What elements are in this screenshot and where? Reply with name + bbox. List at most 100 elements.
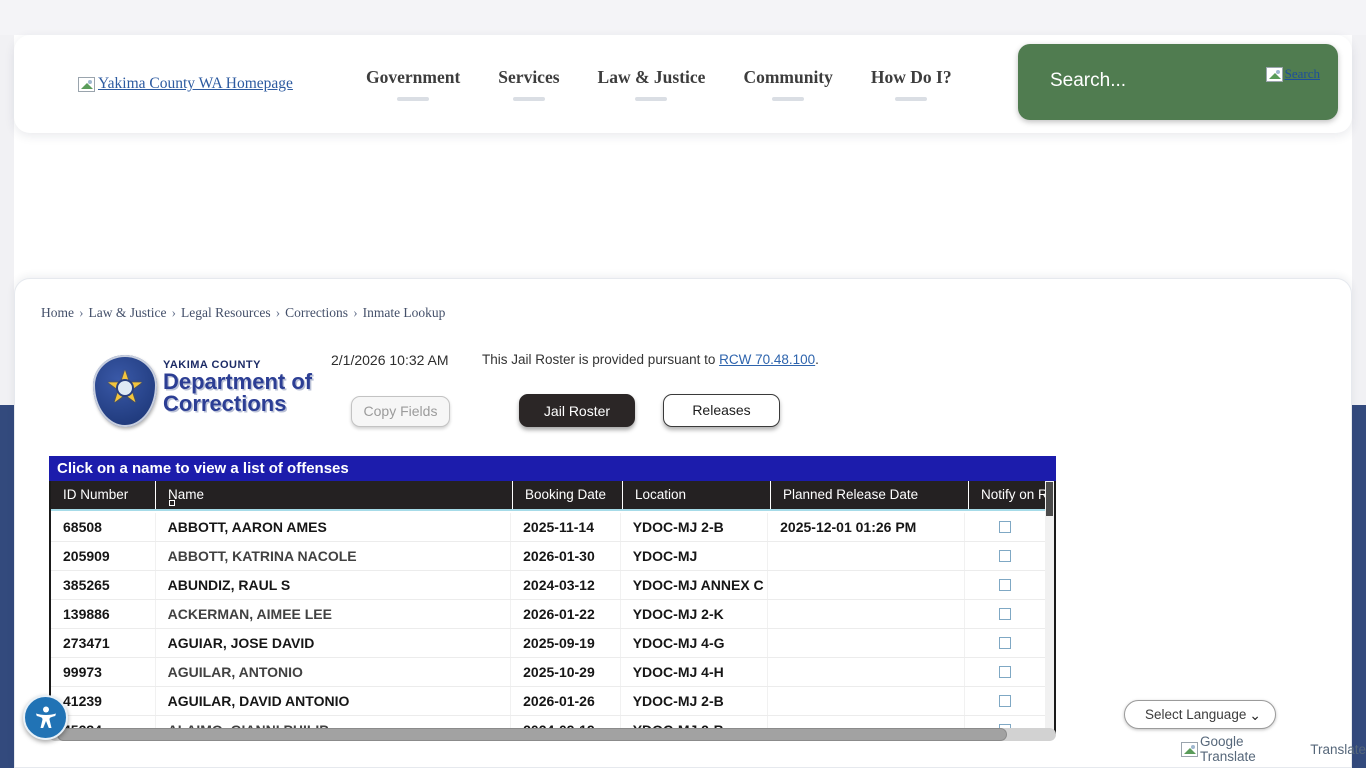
table-header-row: ID NumberNameBooking DateLocationPlanned… xyxy=(51,481,1054,511)
breadcrumb-item-law-justice[interactable]: Law & Justice xyxy=(89,305,167,320)
search-submit-label: Search xyxy=(1285,66,1320,82)
google-translate-alt: Google Translate xyxy=(1200,734,1302,764)
badge-center-icon xyxy=(116,379,134,397)
column-header-notify-on-release[interactable]: Notify on Release xyxy=(969,481,1049,509)
table-row: 139886ACKERMAN, AIMEE LEE2026-01-22YDOC-… xyxy=(51,600,1045,629)
breadcrumb-item-home[interactable]: Home xyxy=(41,305,74,320)
cell-notify xyxy=(965,629,1045,657)
cell-id: 99973 xyxy=(51,658,156,686)
table-horizontal-scrollbar[interactable] xyxy=(49,728,1056,741)
cell-release xyxy=(768,629,965,657)
breadcrumb: Home›Law & Justice›Legal Resources›Corre… xyxy=(41,305,445,321)
nav-item-community[interactable]: Community xyxy=(743,67,832,101)
cell-release xyxy=(768,542,965,570)
breadcrumb-item-corrections[interactable]: Corrections xyxy=(285,305,348,320)
vertical-scroll-thumb[interactable] xyxy=(1046,482,1053,516)
homepage-logo-link[interactable]: Yakima County WA Homepage xyxy=(78,75,293,93)
cell-id: 273471 xyxy=(51,629,156,657)
nav-underline xyxy=(772,97,804,101)
sheriff-badge-icon: ★ xyxy=(93,355,157,427)
search-input[interactable]: Search... xyxy=(1050,70,1126,92)
language-select[interactable]: Select Language ⌄ xyxy=(1124,700,1276,729)
breadcrumb-item-inmate-lookup: Inmate Lookup xyxy=(363,305,446,320)
site-search[interactable]: Search... Search xyxy=(1018,44,1338,120)
pursuant-prefix: This Jail Roster is provided pursuant to xyxy=(482,352,719,367)
notify-checkbox[interactable] xyxy=(999,579,1011,591)
notify-checkbox[interactable] xyxy=(999,550,1011,562)
cell-location: YDOC-MJ ANNEX C xyxy=(621,571,768,599)
cell-booking: 2026-01-22 xyxy=(511,600,621,628)
background-left-strip xyxy=(0,35,14,405)
column-header-name[interactable]: Name xyxy=(156,481,513,509)
badge-dept-line2: Corrections xyxy=(163,393,312,415)
inmate-name-link[interactable]: AGUILAR, ANTONIO xyxy=(156,658,512,686)
translate-link[interactable]: Translate xyxy=(1310,742,1366,757)
cell-location: YDOC-MJ 2-K xyxy=(621,600,768,628)
notify-checkbox[interactable] xyxy=(999,666,1011,678)
rcw-link[interactable]: RCW 70.48.100 xyxy=(719,352,815,367)
cell-release xyxy=(768,658,965,686)
main-nav: Government Services Law & Justice Community… xyxy=(366,67,952,101)
table-rows: 68508ABBOTT, AARON AMES2025-11-14YDOC-MJ… xyxy=(51,513,1045,734)
notify-checkbox[interactable] xyxy=(999,521,1011,533)
cell-notify xyxy=(965,542,1045,570)
inmate-name-link[interactable]: AGUIAR, JOSE DAVID xyxy=(156,629,512,657)
cell-booking: 2025-09-19 xyxy=(511,629,621,657)
cell-notify xyxy=(965,571,1045,599)
cell-notify xyxy=(965,600,1045,628)
cell-id: 139886 xyxy=(51,600,156,628)
table-row: 41239AGUILAR, DAVID ANTONIO2026-01-26YDO… xyxy=(51,687,1045,716)
nav-underline xyxy=(397,97,429,101)
site-header: Yakima County WA Homepage Government Serv… xyxy=(14,35,1352,133)
inmate-name-link[interactable]: ABUNDIZ, RAUL S xyxy=(156,571,512,599)
notify-checkbox[interactable] xyxy=(999,608,1011,620)
cell-id: 205909 xyxy=(51,542,156,570)
releases-button[interactable]: Releases xyxy=(663,394,780,427)
cell-location: YDOC-MJ 2-B xyxy=(621,687,768,715)
language-select-label: Select Language xyxy=(1145,707,1246,722)
table-vertical-scrollbar[interactable] xyxy=(1045,481,1054,732)
jail-roster-button[interactable]: Jail Roster xyxy=(519,394,635,427)
copy-fields-button[interactable]: Copy Fields xyxy=(351,396,450,427)
page: Yakima County WA Homepage Government Serv… xyxy=(0,0,1366,768)
notify-checkbox[interactable] xyxy=(999,637,1011,649)
table-row: 68508ABBOTT, AARON AMES2025-11-14YDOC-MJ… xyxy=(51,513,1045,542)
table-caption: Click on a name to view a list of offens… xyxy=(49,456,1056,481)
nav-item-how-do-i[interactable]: How Do I? xyxy=(871,67,952,101)
cell-notify xyxy=(965,513,1045,541)
breadcrumb-separator: › xyxy=(276,305,281,320)
search-icon xyxy=(1266,67,1283,82)
breadcrumb-item-legal-resources[interactable]: Legal Resources xyxy=(181,305,271,320)
nav-item-government[interactable]: Government xyxy=(366,67,460,101)
horizontal-scroll-thumb[interactable] xyxy=(57,728,1007,741)
column-header-location[interactable]: Location xyxy=(623,481,771,509)
notify-checkbox[interactable] xyxy=(999,695,1011,707)
accessibility-button[interactable] xyxy=(23,695,68,740)
nav-item-services[interactable]: Services xyxy=(498,67,559,101)
column-header-id-number[interactable]: ID Number xyxy=(51,481,156,509)
pursuant-note: This Jail Roster is provided pursuant to… xyxy=(482,352,819,367)
table-row: 385265ABUNDIZ, RAUL S2024-03-12YDOC-MJ A… xyxy=(51,571,1045,600)
cell-release xyxy=(768,687,965,715)
roster-table: Click on a name to view a list of offens… xyxy=(49,456,1056,734)
cell-booking: 2024-03-12 xyxy=(511,571,621,599)
accessibility-icon xyxy=(32,704,60,732)
inmate-name-link[interactable]: ABBOTT, KATRINA NACOLE xyxy=(156,542,512,570)
inmate-name-link[interactable]: ABBOTT, AARON AMES xyxy=(156,513,512,541)
cell-id: 385265 xyxy=(51,571,156,599)
cell-booking: 2025-10-29 xyxy=(511,658,621,686)
cell-location: YDOC-MJ 4-G xyxy=(621,629,768,657)
column-header-booking-date[interactable]: Booking Date xyxy=(513,481,623,509)
column-header-planned-release-date[interactable]: Planned Release Date xyxy=(771,481,969,509)
inmate-name-link[interactable]: AGUILAR, DAVID ANTONIO xyxy=(156,687,512,715)
sort-indicator-icon xyxy=(169,500,175,506)
cell-release xyxy=(768,600,965,628)
table-row: 273471AGUIAR, JOSE DAVID2025-09-19YDOC-M… xyxy=(51,629,1045,658)
search-submit-link[interactable]: Search xyxy=(1266,66,1320,82)
inmate-name-link[interactable]: ACKERMAN, AIMEE LEE xyxy=(156,600,512,628)
logo-alt-text: Yakima County WA Homepage xyxy=(98,75,293,93)
breadcrumb-separator: › xyxy=(171,305,176,320)
cell-release xyxy=(768,571,965,599)
nav-item-law-justice[interactable]: Law & Justice xyxy=(598,67,706,101)
cell-notify xyxy=(965,658,1045,686)
